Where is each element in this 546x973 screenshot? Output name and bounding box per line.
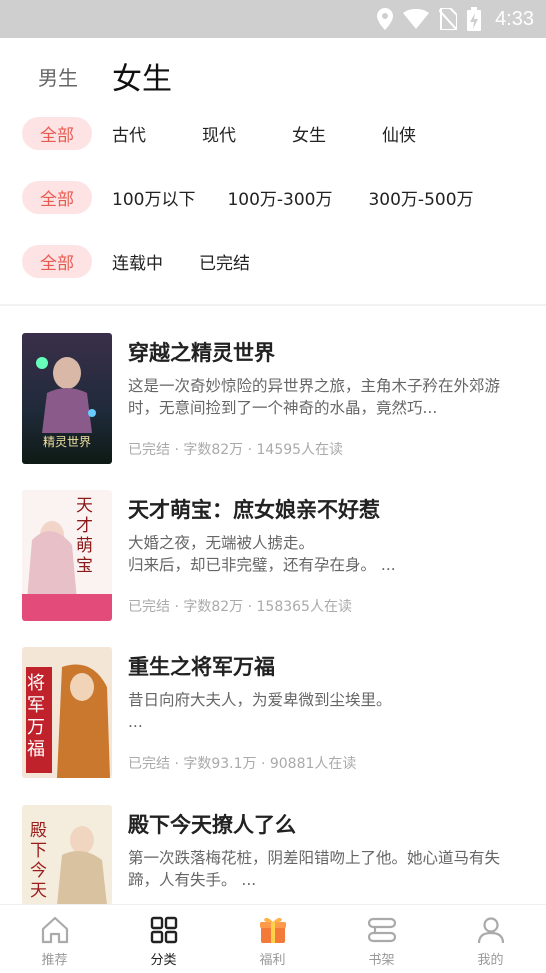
- book-description: 昔日向府大夫人，为爱卑微到尘埃里。 ...: [128, 691, 392, 731]
- no-sim-icon: [439, 8, 458, 30]
- cover-title: 精灵世界: [42, 435, 91, 449]
- chip-status[interactable]: 已完结: [199, 249, 250, 274]
- tab-recommend[interactable]: 推荐: [0, 905, 109, 973]
- status-time: 4:33: [495, 7, 534, 30]
- bottom-tab-bar: 推荐 分类 福利 书架 我的: [0, 904, 546, 973]
- chip-category[interactable]: 现代: [202, 121, 236, 146]
- section-divider: [0, 304, 546, 306]
- tab-category[interactable]: 分类: [109, 905, 218, 973]
- chip-wordcount-all[interactable]: 全部: [22, 180, 92, 214]
- book-item[interactable]: 天才萌宝 天才萌宝：庶女娘亲不好惹 大婚之夜，无端被人掳走。 归来后，却已非完璧…: [0, 490, 546, 630]
- status-icons: 4:33: [377, 6, 534, 32]
- book-title[interactable]: 殿下今天撩人了么: [128, 809, 296, 839]
- book-cover[interactable]: 殿下今天: [22, 805, 112, 905]
- cover-title: 天才萌宝: [76, 496, 93, 576]
- chip-category-all[interactable]: 全部: [22, 116, 92, 150]
- chip-category[interactable]: 古代: [112, 121, 146, 146]
- filter-row-word-count: 全部 100万以下 100万-300万 300万-500万: [22, 180, 542, 214]
- grid-icon: [150, 916, 177, 944]
- tab-label: 分类: [150, 953, 177, 968]
- chip-status[interactable]: 连载中: [112, 249, 163, 274]
- tab-label: 福利: [259, 953, 286, 968]
- chip-category[interactable]: 仙侠: [382, 121, 416, 146]
- cover-title: 将军万福: [27, 673, 45, 760]
- book-item[interactable]: 将军万福 重生之将军万福 昔日向府大夫人，为爱卑微到尘埃里。 ... 已完结 ·…: [0, 647, 546, 787]
- book-meta: 已完结 · 字数82万 · 14595人在读: [128, 442, 344, 458]
- tab-welfare[interactable]: 福利: [218, 905, 327, 973]
- gender-tabs: 男生 女生: [0, 38, 546, 114]
- chip-status-all[interactable]: 全部: [22, 244, 92, 278]
- tab-mine[interactable]: 我的: [436, 905, 545, 973]
- cover-title: 殿下今天: [30, 821, 47, 901]
- book-description: 大婚之夜，无端被人掳走。 归来后，却已非完璧，还有孕在身。 ...: [128, 534, 396, 574]
- tab-label: 书架: [368, 953, 395, 968]
- book-item[interactable]: 精灵世界 穿越之精灵世界 这是一次奇妙惊险的异世界之旅，主角木子矜在外郊游时，无…: [0, 333, 546, 473]
- book-meta: 已完结 · 字数93.1万 · 90881人在读: [128, 756, 357, 772]
- filter-row-category: 全部 古代 现代 女生 仙侠: [22, 116, 542, 150]
- home-icon: [41, 916, 68, 944]
- status-bar: 4:33: [0, 0, 546, 38]
- filter-row-status: 全部 连载中 已完结: [22, 244, 542, 278]
- chip-category[interactable]: 女生: [292, 121, 326, 146]
- bookshelf-icon: [367, 917, 396, 943]
- battery-charging-icon: [467, 7, 482, 31]
- tab-label: 我的: [477, 953, 504, 968]
- tab-male[interactable]: 男生: [38, 62, 78, 91]
- wifi-icon: [403, 9, 430, 29]
- book-description: 第一次跌落梅花桩，阴差阳错吻上了他。她心道马有失蹄，人有失手。 ...: [128, 849, 501, 889]
- book-title[interactable]: 天才萌宝：庶女娘亲不好惹: [128, 494, 380, 524]
- tab-bookshelf[interactable]: 书架: [327, 905, 436, 973]
- user-icon: [477, 917, 504, 944]
- book-meta: 已完结 · 字数82万 · 158365人在读: [128, 599, 352, 615]
- book-cover[interactable]: 将军万福: [22, 647, 112, 778]
- tab-female[interactable]: 女生: [112, 54, 172, 98]
- book-cover[interactable]: 天才萌宝: [22, 490, 112, 621]
- book-title[interactable]: 重生之将军万福: [128, 651, 275, 681]
- book-title[interactable]: 穿越之精灵世界: [128, 337, 275, 367]
- tab-label: 推荐: [41, 953, 68, 968]
- location-icon: [377, 8, 394, 30]
- chip-wordcount[interactable]: 100万-300万: [227, 185, 332, 210]
- chip-wordcount[interactable]: 300万-500万: [368, 185, 473, 210]
- gift-icon: [259, 917, 286, 943]
- chip-wordcount[interactable]: 100万以下: [112, 185, 195, 210]
- book-description: 这是一次奇妙惊险的异世界之旅，主角木子矜在外郊游时，无意间捡到了一个神奇的水晶，…: [128, 377, 501, 417]
- book-cover[interactable]: 精灵世界: [22, 333, 112, 464]
